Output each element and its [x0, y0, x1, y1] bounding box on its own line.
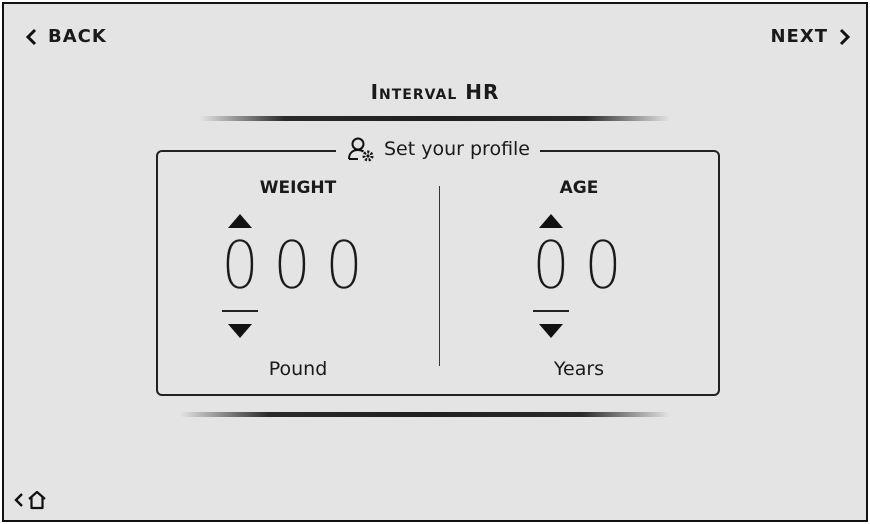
back-button[interactable]: BACK	[24, 26, 107, 47]
age-label: AGE	[559, 178, 599, 198]
age-column: AGE 0 0 Years	[439, 152, 719, 392]
next-button[interactable]: NEXT	[770, 26, 852, 47]
weight-digit-2[interactable]: 0	[269, 232, 316, 299]
profile-panel: Set your profile WEIGHT 0 0 0 Pound AGE …	[156, 136, 720, 396]
home-button[interactable]	[14, 490, 47, 510]
weight-decrease-button[interactable]	[228, 324, 252, 338]
weight-column: WEIGHT 0 0 0 Pound	[158, 152, 438, 392]
weight-increase-button[interactable]	[228, 214, 252, 228]
panel-underline	[180, 412, 670, 417]
weight-label: WEIGHT	[259, 178, 337, 198]
chevron-right-icon	[839, 28, 851, 45]
age-unit: Years	[553, 358, 605, 380]
home-icon	[28, 490, 46, 510]
title-underline	[200, 116, 670, 121]
page-title: Interval HR	[370, 80, 500, 104]
age-decrease-button[interactable]	[539, 324, 563, 338]
chevron-left-icon	[25, 28, 37, 45]
back-label: BACK	[48, 26, 107, 47]
screen: BACK NEXT Interval HR Set your profile W…	[2, 2, 868, 522]
age-digit-1[interactable]: 0	[528, 232, 575, 312]
weight-digit-1[interactable]: 0	[217, 232, 264, 312]
weight-unit: Pound	[268, 358, 328, 380]
chevron-left-small-icon	[14, 493, 23, 507]
weight-digits: 0 0 0	[214, 232, 370, 312]
age-increase-button[interactable]	[539, 214, 563, 228]
age-digit-2[interactable]: 0	[580, 232, 627, 299]
weight-digit-3[interactable]: 0	[321, 232, 368, 299]
age-digits: 0 0	[525, 232, 629, 312]
next-label: NEXT	[770, 26, 828, 47]
